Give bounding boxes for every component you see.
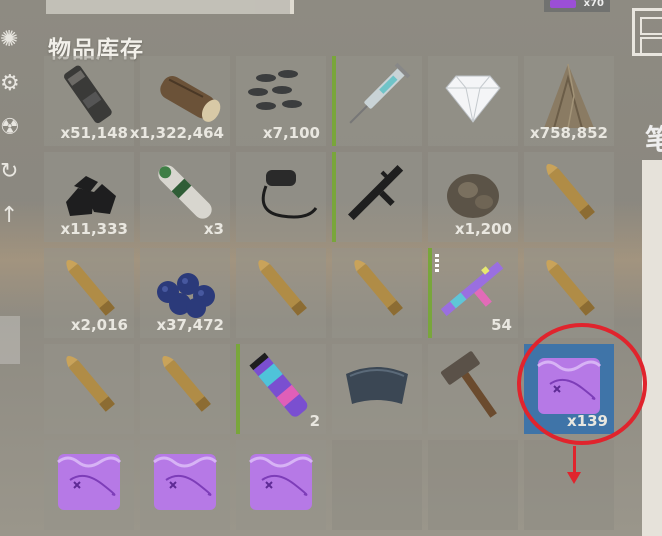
- inventory-slot-empty[interactable]: [332, 440, 422, 530]
- top-progress-bar: [46, 0, 294, 14]
- inventory-slot[interactable]: x37,472: [140, 248, 230, 338]
- inventory-slot[interactable]: x3: [140, 152, 230, 242]
- highlight-circle: [517, 323, 647, 445]
- item-quantity: x37,472: [156, 316, 224, 334]
- item-quantity: x7,100: [262, 124, 320, 142]
- refresh-icon[interactable]: ↻: [0, 150, 20, 194]
- up-arrow-icon[interactable]: ↑: [0, 194, 20, 238]
- map-icon: [550, 0, 576, 8]
- item-quantity: x11,333: [60, 220, 128, 238]
- window-frame-icon[interactable]: [632, 8, 662, 56]
- inventory-slot[interactable]: [140, 440, 230, 530]
- highlight-arrow: [573, 446, 576, 474]
- inventory-slot[interactable]: [236, 440, 326, 530]
- inventory-slot[interactable]: [44, 344, 134, 434]
- inventory-slot-empty[interactable]: [428, 440, 518, 530]
- inventory-slot[interactable]: [140, 344, 230, 434]
- inventory-slot[interactable]: x51,148: [44, 56, 134, 146]
- inventory-slot[interactable]: [332, 56, 422, 146]
- item-quantity: 2: [309, 412, 320, 430]
- inventory-slot[interactable]: 2: [236, 344, 326, 434]
- inventory-slot[interactable]: [428, 56, 518, 146]
- inventory-slot-empty[interactable]: [524, 440, 614, 530]
- inventory-slot[interactable]: 54: [428, 248, 518, 338]
- right-panel-glyph: 笔: [645, 123, 662, 156]
- inventory-slot[interactable]: x758,852: [524, 56, 614, 146]
- item-quantity: x1,322,464: [129, 124, 224, 142]
- inventory-slot[interactable]: [524, 152, 614, 242]
- radiation-icon[interactable]: ☢: [0, 106, 20, 150]
- right-panel: [642, 160, 662, 536]
- inventory-slot[interactable]: x11,333: [44, 152, 134, 242]
- top-item-quantity: x70: [583, 0, 604, 9]
- item-quantity: x3: [203, 220, 224, 238]
- inventory-slot[interactable]: [332, 248, 422, 338]
- inventory-slot[interactable]: [332, 344, 422, 434]
- inventory-slot[interactable]: [428, 344, 518, 434]
- flame-icon[interactable]: ✺: [0, 18, 20, 62]
- item-quantity: x2,016: [70, 316, 128, 334]
- gear-icon[interactable]: ⚙: [0, 62, 20, 106]
- inventory-slot[interactable]: x1,200: [428, 152, 518, 242]
- inventory-slot[interactable]: x2,016: [44, 248, 134, 338]
- highlight-arrow-head: [567, 472, 581, 484]
- inventory-slot[interactable]: [236, 152, 326, 242]
- inventory-slot[interactable]: x1,322,464: [130, 56, 230, 146]
- item-quantity: x51,148: [60, 124, 128, 142]
- item-quantity: x1,200: [454, 220, 512, 238]
- inventory-slot[interactable]: [44, 440, 134, 530]
- left-sidebar: ✺ ⚙ ☢ ↻ ↑: [0, 18, 20, 238]
- inventory-slot[interactable]: x7,100: [236, 56, 326, 146]
- top-right-item[interactable]: x70: [544, 0, 610, 12]
- left-tab[interactable]: [0, 316, 20, 364]
- item-quantity: 54: [491, 316, 512, 334]
- inventory-slot[interactable]: [236, 248, 326, 338]
- inventory-slot[interactable]: [332, 152, 422, 242]
- item-quantity: x758,852: [530, 124, 608, 142]
